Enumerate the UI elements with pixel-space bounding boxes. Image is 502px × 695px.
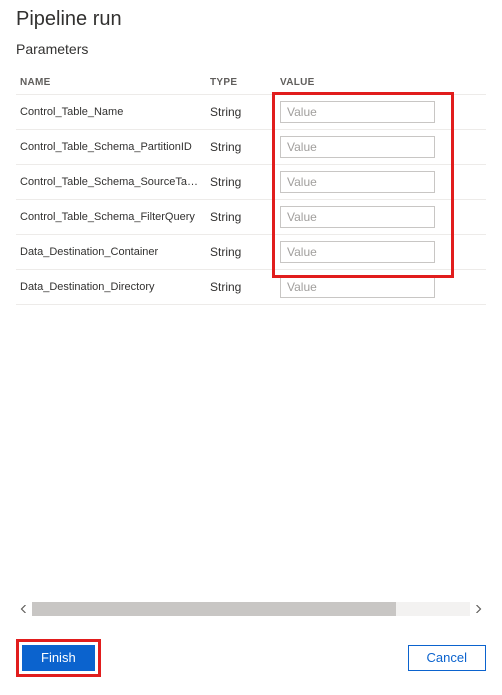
param-value-input[interactable] xyxy=(280,101,435,123)
param-type: String xyxy=(206,165,276,200)
param-name: Control_Table_Schema_FilterQuery xyxy=(16,200,206,235)
param-value-cell xyxy=(276,200,486,235)
param-name: Control_Table_Schema_PartitionID xyxy=(16,130,206,165)
dialog-footer: Finish Cancel xyxy=(0,627,502,695)
param-name: Control_Table_Name xyxy=(16,95,206,130)
scroll-track[interactable] xyxy=(32,602,470,616)
table-row: Control_Table_Schema_PartitionID String xyxy=(16,130,486,165)
param-value-input[interactable] xyxy=(280,276,435,298)
finish-button[interactable]: Finish xyxy=(22,645,95,671)
parameters-table: NAME TYPE VALUE Control_Table_Name Strin… xyxy=(16,71,486,305)
param-name: Data_Destination_Container xyxy=(16,235,206,270)
param-name: Control_Table_Schema_SourceTableName xyxy=(16,165,206,200)
param-value-input[interactable] xyxy=(280,206,435,228)
param-type: String xyxy=(206,130,276,165)
table-row: Control_Table_Schema_FilterQuery String xyxy=(16,200,486,235)
param-type: String xyxy=(206,270,276,305)
table-row: Data_Destination_Container String xyxy=(16,235,486,270)
param-value-cell xyxy=(276,270,486,305)
param-value-cell xyxy=(276,95,486,130)
page-title: Pipeline run xyxy=(16,8,486,31)
table-row: Control_Table_Schema_SourceTableName Str… xyxy=(16,165,486,200)
scroll-right-icon[interactable] xyxy=(470,601,486,617)
param-value-input[interactable] xyxy=(280,171,435,193)
scroll-thumb[interactable] xyxy=(32,602,396,616)
param-name: Data_Destination_Directory xyxy=(16,270,206,305)
param-value-cell xyxy=(276,235,486,270)
param-value-cell xyxy=(276,165,486,200)
param-type: String xyxy=(206,235,276,270)
section-subtitle: Parameters xyxy=(16,41,486,57)
param-type: String xyxy=(206,95,276,130)
horizontal-scrollbar[interactable] xyxy=(16,601,486,617)
param-value-input[interactable] xyxy=(280,136,435,158)
cancel-button[interactable]: Cancel xyxy=(408,645,486,671)
param-type: String xyxy=(206,200,276,235)
scroll-left-icon[interactable] xyxy=(16,601,32,617)
column-header-value[interactable]: VALUE xyxy=(276,71,486,95)
param-value-input[interactable] xyxy=(280,241,435,263)
column-header-type[interactable]: TYPE xyxy=(206,71,276,95)
table-row: Data_Destination_Directory String xyxy=(16,270,486,305)
param-value-cell xyxy=(276,130,486,165)
table-row: Control_Table_Name String xyxy=(16,95,486,130)
finish-button-highlight: Finish xyxy=(16,639,101,677)
column-header-name[interactable]: NAME xyxy=(16,71,206,95)
